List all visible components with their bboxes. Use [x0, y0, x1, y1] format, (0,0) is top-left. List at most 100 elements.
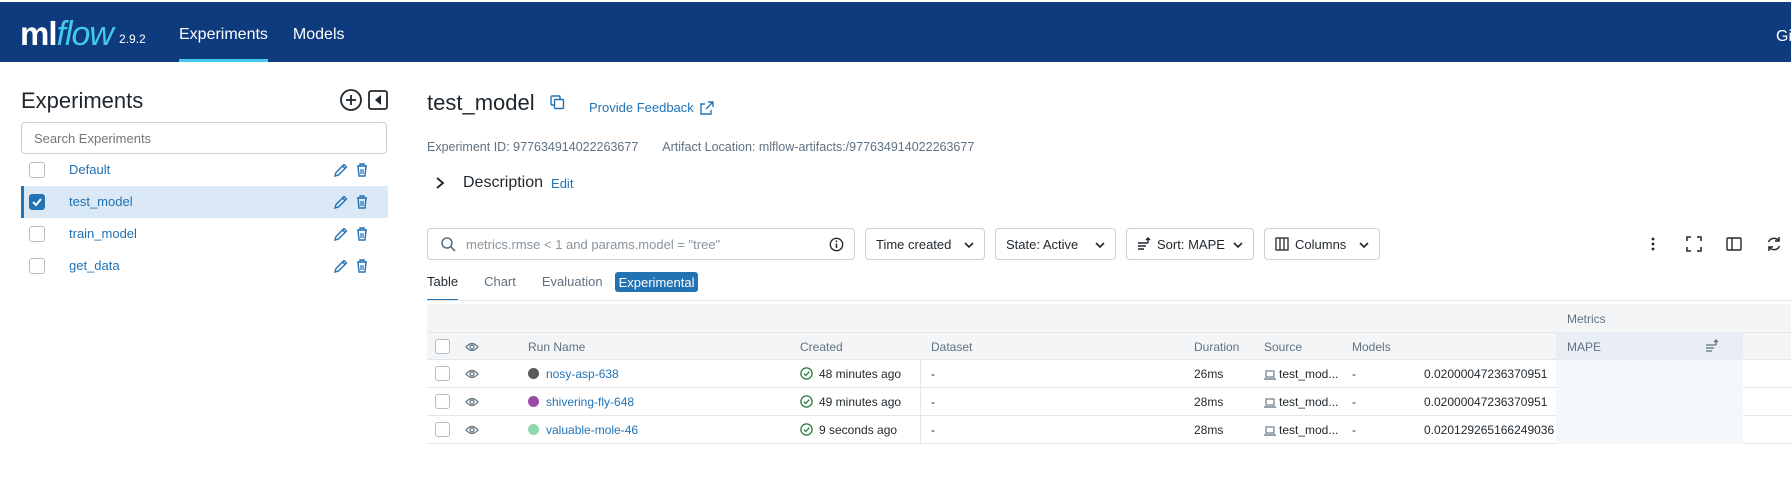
pencil-icon[interactable] — [333, 226, 349, 242]
column-divider — [920, 416, 921, 444]
experiment-checkbox[interactable] — [29, 258, 45, 274]
duration-value: 28ms — [1194, 395, 1224, 409]
fullscreen-icon[interactable] — [1686, 236, 1702, 252]
experiment-name[interactable]: get_data — [69, 258, 120, 273]
created-time: 9 seconds ago — [819, 423, 898, 437]
header-run-name[interactable]: Run Name — [528, 340, 585, 354]
trash-icon[interactable] — [355, 258, 369, 274]
experiment-name[interactable]: test_model — [69, 194, 133, 209]
table-row[interactable]: valuable-mole-46 9 seconds ago - 28ms te… — [427, 416, 1791, 444]
copy-icon[interactable] — [549, 94, 565, 110]
pencil-icon[interactable] — [333, 258, 349, 274]
sort-direction-icon[interactable] — [1705, 339, 1719, 353]
experiment-meta: Experiment ID: 977634914022263677 Artifa… — [427, 140, 998, 154]
description-section[interactable]: Description Edit — [433, 174, 573, 192]
pencil-icon[interactable] — [333, 162, 349, 178]
tab-chart[interactable]: Chart — [484, 269, 516, 301]
experiment-name[interactable]: Default — [69, 162, 110, 177]
mape-value: 0.02000047236370951 — [1424, 395, 1548, 409]
header-source[interactable]: Source — [1264, 340, 1302, 354]
experiment-checkbox[interactable] — [29, 162, 45, 178]
mape-cell-bg — [1556, 388, 1743, 416]
table-row[interactable]: shivering-fly-648 49 minutes ago - 28ms … — [427, 388, 1791, 416]
duration-value: 26ms — [1194, 367, 1224, 381]
search-icon — [441, 237, 456, 252]
trash-icon[interactable] — [355, 226, 369, 242]
header-dataset[interactable]: Dataset — [931, 340, 972, 354]
models-value: - — [1352, 423, 1356, 437]
trash-icon[interactable] — [355, 194, 369, 210]
chevron-right-icon[interactable] — [433, 176, 447, 190]
experiment-item-train-model[interactable]: train_model — [21, 218, 388, 250]
eye-icon[interactable] — [465, 396, 479, 408]
experiment-checkbox-checked[interactable] — [29, 194, 45, 210]
select-all-checkbox[interactable] — [435, 339, 450, 354]
side-panel-icon[interactable] — [1726, 236, 1742, 252]
experiment-main: test_model Provide Feedback Experiment I… — [427, 62, 1791, 484]
eye-icon[interactable] — [465, 424, 479, 436]
header-duration[interactable]: Duration — [1194, 340, 1239, 354]
experiment-checkbox[interactable] — [29, 226, 45, 242]
row-checkbox[interactable] — [435, 394, 450, 409]
laptop-icon — [1264, 398, 1276, 408]
experiment-name[interactable]: train_model — [69, 226, 137, 241]
table-row[interactable]: nosy-asp-638 48 minutes ago - 26ms test_… — [427, 360, 1791, 388]
github-link[interactable]: Gi — [1776, 28, 1791, 46]
check-circle-icon — [800, 423, 813, 436]
experiment-list: Default test_model train_model get_data — [21, 154, 388, 282]
columns-dropdown[interactable]: Columns — [1264, 228, 1380, 260]
top-header: ml flow 2.9.2 Experiments Models Gi — [0, 2, 1791, 62]
dataset-value: - — [931, 423, 935, 437]
logo-ml-text: ml — [20, 15, 58, 52]
experiment-item-get-data[interactable]: get_data — [21, 250, 388, 282]
chevron-down-icon — [964, 242, 974, 249]
logo-flow-text: flow — [56, 15, 114, 53]
runs-search-input[interactable]: metrics.rmse < 1 and params.model = "tre… — [427, 228, 855, 260]
search-experiments-input[interactable] — [21, 122, 387, 154]
models-value: - — [1352, 395, 1356, 409]
nav-experiments[interactable]: Experiments — [179, 2, 268, 62]
column-divider — [920, 360, 921, 388]
eye-icon[interactable] — [465, 341, 479, 353]
description-edit-link[interactable]: Edit — [551, 176, 573, 191]
experiment-item-default[interactable]: Default — [21, 154, 388, 186]
nav-models[interactable]: Models — [293, 2, 345, 62]
run-name-link[interactable]: nosy-asp-638 — [546, 367, 619, 381]
mlflow-logo[interactable]: ml flow 2.9.2 — [20, 10, 146, 54]
source-value[interactable]: test_mod... — [1279, 395, 1338, 409]
laptop-icon — [1264, 426, 1276, 436]
collapse-sidebar-icon[interactable] — [367, 88, 391, 112]
dataset-value: - — [931, 367, 935, 381]
artifact-location: Artifact Location: mlflow-artifacts:/977… — [662, 140, 975, 154]
tab-table[interactable]: Table — [427, 269, 459, 301]
header-created[interactable]: Created — [800, 340, 843, 354]
columns-label: Columns — [1295, 236, 1347, 252]
tab-evaluation[interactable]: Evaluation — [542, 269, 603, 301]
pencil-icon[interactable] — [333, 194, 349, 210]
experiment-item-test-model[interactable]: test_model — [21, 186, 388, 218]
experimental-badge: Experimental — [614, 272, 699, 292]
row-checkbox[interactable] — [435, 422, 450, 437]
time-created-dropdown[interactable]: Time created — [865, 228, 985, 260]
eye-icon[interactable] — [465, 368, 479, 380]
laptop-icon — [1264, 370, 1276, 380]
refresh-icon[interactable] — [1766, 236, 1782, 252]
header-models[interactable]: Models — [1352, 340, 1391, 354]
external-link-icon — [700, 100, 714, 115]
mape-cell-bg — [1556, 360, 1743, 388]
source-value[interactable]: test_mod... — [1279, 367, 1338, 381]
run-color-dot — [528, 424, 539, 435]
row-checkbox[interactable] — [435, 366, 450, 381]
source-value[interactable]: test_mod... — [1279, 423, 1338, 437]
header-mape[interactable]: MAPE — [1567, 340, 1601, 354]
add-experiment-icon[interactable] — [339, 88, 365, 114]
state-dropdown[interactable]: State: Active — [995, 228, 1116, 260]
run-name-link[interactable]: shivering-fly-648 — [546, 395, 634, 409]
sort-dropdown[interactable]: Sort: MAPE — [1126, 228, 1254, 260]
info-icon[interactable] — [829, 237, 844, 252]
kebab-menu-icon[interactable] — [1645, 236, 1661, 252]
trash-icon[interactable] — [355, 162, 369, 178]
provide-feedback-link[interactable]: Provide Feedback — [589, 100, 714, 115]
time-created-label: Time created — [876, 236, 952, 252]
run-name-link[interactable]: valuable-mole-46 — [546, 423, 638, 437]
